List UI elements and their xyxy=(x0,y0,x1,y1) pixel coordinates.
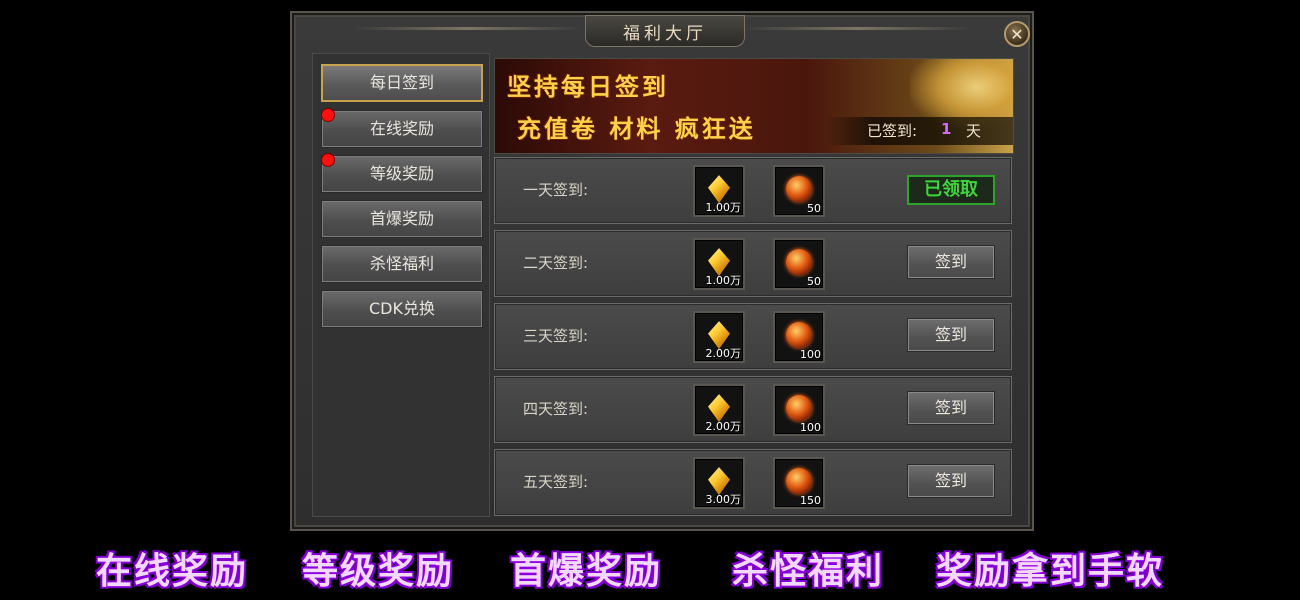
signin-button[interactable]: 签到 xyxy=(907,245,995,279)
sidebar-item-cdk-redeem[interactable]: CDK兑换 xyxy=(321,290,483,328)
fire-orb-icon xyxy=(786,322,812,349)
signin-banner: 坚持每日签到 充值卷 材料 疯狂送 已签到: 1 天 xyxy=(494,58,1014,154)
title-ornament-right xyxy=(742,27,972,30)
signin-button[interactable]: 签到 xyxy=(907,318,995,352)
reward-slot-gold[interactable]: 1.00万 xyxy=(693,238,745,290)
reward-quantity: 3.00万 xyxy=(705,493,742,506)
reward-quantity: 100 xyxy=(800,421,821,434)
caption-first-drop-reward: 首爆奖励 xyxy=(510,551,663,592)
reward-quantity: 1.00万 xyxy=(705,201,742,214)
reward-quantity: 2.00万 xyxy=(705,420,742,433)
notification-dot xyxy=(321,153,335,167)
signed-days-panel xyxy=(825,117,1013,145)
reward-quantity: 2.00万 xyxy=(705,347,742,360)
reward-quantity: 50 xyxy=(807,275,821,288)
signin-row-day2: 二天签到: 1.00万 50 签到 xyxy=(494,230,1012,297)
reward-quantity: 50 xyxy=(807,202,821,215)
welfare-hall-window: 福利大厅 ✕ 每日签到 在线奖励 等级奖励 首爆奖励 杀怪福利 CDK兑换 坚持… xyxy=(290,11,1034,531)
signed-days-unit: 天 xyxy=(966,122,982,140)
reward-slot-orb[interactable]: 50 xyxy=(773,238,825,290)
sidebar-item-label: 在线奖励 xyxy=(369,119,434,138)
reward-slot-orb[interactable]: 100 xyxy=(773,311,825,363)
sidebar: 每日签到 在线奖励 等级奖励 首爆奖励 杀怪福利 CDK兑换 xyxy=(312,53,490,517)
caption-rewards-galore: 奖励拿到手软 xyxy=(936,551,1165,592)
close-icon: ✕ xyxy=(1010,25,1024,44)
caption-online-reward: 在线奖励 xyxy=(96,551,249,592)
reward-quantity: 150 xyxy=(800,494,821,507)
caption-monster-kill-welfare: 杀怪福利 xyxy=(732,551,885,592)
promo-caption: 在线奖励 等级奖励 首爆奖励 杀怪福利 奖励拿到手软 xyxy=(0,536,1300,592)
sidebar-item-label: 首爆奖励 xyxy=(369,209,434,228)
caption-level-reward: 等级奖励 xyxy=(302,551,455,592)
row-label: 五天签到: xyxy=(523,473,589,491)
reward-slot-gold[interactable]: 2.00万 xyxy=(693,384,745,436)
claimed-badge: 已领取 xyxy=(907,175,995,205)
reward-quantity: 1.00万 xyxy=(705,274,742,287)
signed-days-label: 已签到: xyxy=(867,122,918,140)
reward-slot-orb[interactable]: 150 xyxy=(773,457,825,509)
sidebar-item-label: 杀怪福利 xyxy=(369,254,434,273)
reward-quantity: 100 xyxy=(800,348,821,361)
signed-days-count: 1 xyxy=(941,120,952,138)
title-ornament-left xyxy=(352,27,582,30)
title-bar: 福利大厅 ✕ xyxy=(292,13,1032,47)
close-button[interactable]: ✕ xyxy=(1004,21,1030,47)
row-label: 三天签到: xyxy=(523,327,589,345)
sidebar-item-label: CDK兑换 xyxy=(369,299,435,318)
sidebar-item-label: 等级奖励 xyxy=(369,164,434,183)
reward-slot-gold[interactable]: 2.00万 xyxy=(693,311,745,363)
reward-slot-gold[interactable]: 1.00万 xyxy=(693,165,745,217)
fire-orb-icon xyxy=(786,249,812,276)
row-label: 一天签到: xyxy=(523,181,589,199)
row-label: 四天签到: xyxy=(523,400,589,418)
reward-slot-gold[interactable]: 3.00万 xyxy=(693,457,745,509)
fire-orb-icon xyxy=(786,468,812,495)
fire-orb-icon xyxy=(786,176,812,203)
title-plate: 福利大厅 xyxy=(585,15,745,47)
signin-button[interactable]: 签到 xyxy=(907,391,995,425)
sidebar-item-first-drop-reward[interactable]: 首爆奖励 xyxy=(321,200,483,238)
signin-button[interactable]: 签到 xyxy=(907,464,995,498)
sidebar-item-daily-signin[interactable]: 每日签到 xyxy=(321,64,483,102)
sidebar-item-online-reward[interactable]: 在线奖励 xyxy=(321,108,483,148)
notification-dot xyxy=(321,108,335,122)
sidebar-item-label: 每日签到 xyxy=(369,73,434,92)
signin-row-day4: 四天签到: 2.00万 100 签到 xyxy=(494,376,1012,443)
sidebar-item-monster-kill-welfare[interactable]: 杀怪福利 xyxy=(321,245,483,283)
signin-row-day3: 三天签到: 2.00万 100 签到 xyxy=(494,303,1012,370)
sidebar-item-level-reward[interactable]: 等级奖励 xyxy=(321,153,483,193)
reward-slot-orb[interactable]: 50 xyxy=(773,165,825,217)
signin-row-day1: 一天签到: 1.00万 50 已领取 xyxy=(494,157,1012,224)
reward-slot-orb[interactable]: 100 xyxy=(773,384,825,436)
fire-orb-icon xyxy=(786,395,812,422)
signin-row-day5: 五天签到: 3.00万 150 签到 xyxy=(494,449,1012,516)
banner-subline: 充值卷 材料 疯狂送 xyxy=(517,115,756,143)
window-title: 福利大厅 xyxy=(623,23,707,44)
banner-headline: 坚持每日签到 xyxy=(507,73,669,101)
row-label: 二天签到: xyxy=(523,254,589,272)
